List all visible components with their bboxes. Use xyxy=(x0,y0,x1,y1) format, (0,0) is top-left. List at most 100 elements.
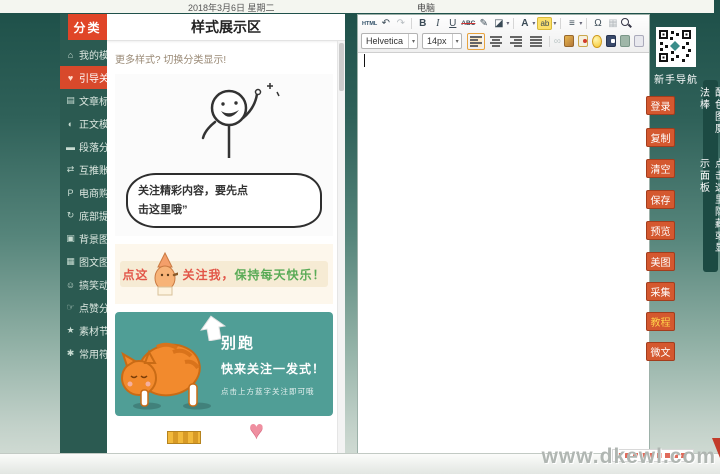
top-bar: 2018年3月6日 星期二 电脑 xyxy=(0,0,714,13)
collect-button[interactable]: 采集 xyxy=(646,282,675,301)
font-color-icon[interactable]: A xyxy=(518,17,531,30)
copy-button[interactable]: 复制 xyxy=(646,128,675,147)
underline-icon[interactable]: U xyxy=(446,17,459,30)
footer-tip-icon: ↻ xyxy=(65,210,76,221)
preview-button[interactable]: 预览 xyxy=(646,221,675,240)
sidebar-item-image-text[interactable]: ▦图文图片 xyxy=(60,250,107,273)
sidebar-item-ecommerce[interactable]: P电商购物 xyxy=(60,181,107,204)
style-card-cat[interactable]: 别跑 快来关注一发式！ 点击上方蓝字关注即可哦 xyxy=(115,312,333,416)
screenshot-icon[interactable] xyxy=(578,35,588,47)
side-tool-strip[interactable]: 配色图魔法棒 点击这里隐藏或显示面板 xyxy=(703,80,718,272)
style-card-bubble[interactable]: 关注精彩内容，要先点 击这里哦” xyxy=(115,74,333,236)
like-share-icon: ☞ xyxy=(65,302,76,313)
paragraph-divider-icon: ▬ xyxy=(65,142,76,152)
login-button[interactable]: 登录 xyxy=(646,96,675,115)
watermark: www.dkewl.com xyxy=(542,445,716,469)
category-sidebar: 分类 ⌂我的模板 ♥引导关注 ▤文章标题 ◐正文模板 ▬段落分割 ⇄互推账号 P… xyxy=(60,14,107,455)
ecommerce-icon: P xyxy=(65,188,76,198)
festival-material-icon: ★ xyxy=(65,325,76,336)
font-size-value: 14px xyxy=(427,36,447,46)
sidebar-item-my-templates[interactable]: ⌂我的模板 xyxy=(60,43,107,66)
toolbar-separator xyxy=(513,18,514,29)
sidebar-item-like-share[interactable]: ☞点赞分享 xyxy=(60,296,107,319)
italic-icon[interactable]: I xyxy=(431,17,444,30)
eraser-dropdown-caret[interactable]: ▾ xyxy=(506,20,509,27)
sidebar-item-common-symbols[interactable]: ✱常用符号 xyxy=(60,342,107,365)
print-icon[interactable] xyxy=(634,35,644,47)
editor-content[interactable] xyxy=(358,51,649,454)
qr-code-image xyxy=(658,29,692,63)
heart-icon: ♥ xyxy=(249,416,264,445)
sidebar-item-article-title[interactable]: ▤文章标题 xyxy=(60,89,107,112)
sidebar-item-festival-material[interactable]: ★素材节日 xyxy=(60,319,107,342)
image-icon[interactable] xyxy=(564,35,574,47)
sidebar-item-mutual-promo[interactable]: ⇄互推账号 xyxy=(60,158,107,181)
style-card-partial[interactable]: ♥ xyxy=(115,424,333,446)
funny-gif-icon: ☺ xyxy=(65,280,76,290)
list-dropdown-caret[interactable]: ▾ xyxy=(579,20,582,27)
sidebar-item-funny-gif[interactable]: ☺搞笑动图 xyxy=(60,273,107,296)
bubble-text-line1: 关注精彩内容，要先点 xyxy=(138,182,310,201)
common-symbols-icon: ✱ xyxy=(65,348,76,359)
cartoon-character xyxy=(152,251,178,297)
highlight-icon[interactable]: ab xyxy=(537,17,552,30)
guide-follow-icon: ♥ xyxy=(65,73,76,83)
toolbar-row-2: Helvetica▾ 14px ▾ ∞ xyxy=(361,32,646,50)
toolbar-separator xyxy=(549,36,550,47)
align-left-icon[interactable] xyxy=(467,33,485,50)
align-justify-icon[interactable] xyxy=(527,33,545,50)
sidebar-item-paragraph-divider[interactable]: ▬段落分割 xyxy=(60,135,107,158)
font-color-dropdown-caret[interactable]: ▾ xyxy=(532,20,535,27)
clear-button[interactable]: 清空 xyxy=(646,159,675,178)
date-label: 2018年3月6日 星期二 xyxy=(188,1,275,14)
yellow-badge xyxy=(167,431,201,444)
style-card-banner[interactable]: 点这 关注我， 保持每天快乐！ xyxy=(115,244,333,304)
map-icon[interactable] xyxy=(620,35,630,47)
more-styles-link[interactable]: 更多样式? 切换分类显示! xyxy=(115,51,337,66)
save-button[interactable]: 保存 xyxy=(646,190,675,209)
redo-icon[interactable]: ↷ xyxy=(394,17,407,30)
special-char-icon[interactable]: Ω xyxy=(591,17,604,30)
corner-ribbon xyxy=(712,438,720,458)
color-magic-label: 配色图魔法棒 xyxy=(696,87,720,145)
sidebar-item-guide-follow[interactable]: ♥引导关注 xyxy=(60,66,107,89)
source-code-icon[interactable]: HTML xyxy=(362,17,377,30)
category-list: ⌂我的模板 ♥引导关注 ▤文章标题 ◐正文模板 ▬段落分割 ⇄互推账号 P电商购… xyxy=(60,43,107,365)
list-icon[interactable]: ≡ xyxy=(565,17,578,30)
device-label: 电脑 xyxy=(417,1,435,14)
toolbar-row-1: HTML ↶ ↷ B I U ABC ✎ ◪ ▾ A ▾ ab ▾ ≡ ▾ Ω … xyxy=(361,16,646,31)
font-size-select[interactable]: 14px ▾ xyxy=(422,33,462,49)
table-icon[interactable]: ▦ xyxy=(606,17,619,30)
chevron-down-icon: ▾ xyxy=(452,34,459,48)
undo-icon[interactable]: ↶ xyxy=(379,17,392,30)
bubble-text-line2: 击这里哦” xyxy=(138,201,310,220)
find-replace-icon[interactable] xyxy=(620,17,633,30)
strikethrough-icon[interactable]: ABC xyxy=(461,17,475,30)
weiwen-button[interactable]: 微文 xyxy=(646,342,675,361)
cat-card-text: 别跑 快来关注一发式！ 点击上方蓝字关注即可哦 xyxy=(221,332,325,397)
sidebar-item-body-template[interactable]: ◐正文模板 xyxy=(60,112,107,135)
body-template-icon: ◐ xyxy=(65,119,76,129)
highlight-dropdown-caret[interactable]: ▾ xyxy=(553,20,556,27)
sidebar-item-background-image[interactable]: ▣背景图文 xyxy=(60,227,107,250)
font-family-select[interactable]: Helvetica▾ xyxy=(361,33,418,49)
eraser-icon[interactable]: ◪ xyxy=(492,17,505,30)
align-center-icon[interactable] xyxy=(487,33,505,50)
style-display-panel: 样式展示区 更多样式? 切换分类显示! 关注精彩内容，要先点 击这里哦” 点这 xyxy=(107,14,345,455)
bold-icon[interactable]: B xyxy=(416,17,429,30)
align-right-icon[interactable] xyxy=(507,33,525,50)
format-painter-icon[interactable]: ✎ xyxy=(477,17,490,30)
sidebar-item-footer-tip[interactable]: ↻底部提示 xyxy=(60,204,107,227)
toolbar-separator xyxy=(586,18,587,29)
category-header: 分类 xyxy=(68,14,107,40)
tutorial-button[interactable]: 教程 xyxy=(646,312,675,331)
mutual-promo-icon: ⇄ xyxy=(65,164,76,175)
panel-scrollbar-thumb[interactable] xyxy=(339,43,344,91)
toolbar-separator xyxy=(560,18,561,29)
unlink-icon[interactable]: ∞ xyxy=(553,36,562,47)
emoji-icon[interactable] xyxy=(592,35,601,48)
video-icon[interactable] xyxy=(606,35,616,47)
editor-panel: HTML ↶ ↷ B I U ABC ✎ ◪ ▾ A ▾ ab ▾ ≡ ▾ Ω … xyxy=(357,14,650,455)
beautify-button[interactable]: 美图 xyxy=(646,252,675,271)
panel-scrollbar[interactable] xyxy=(337,41,345,455)
